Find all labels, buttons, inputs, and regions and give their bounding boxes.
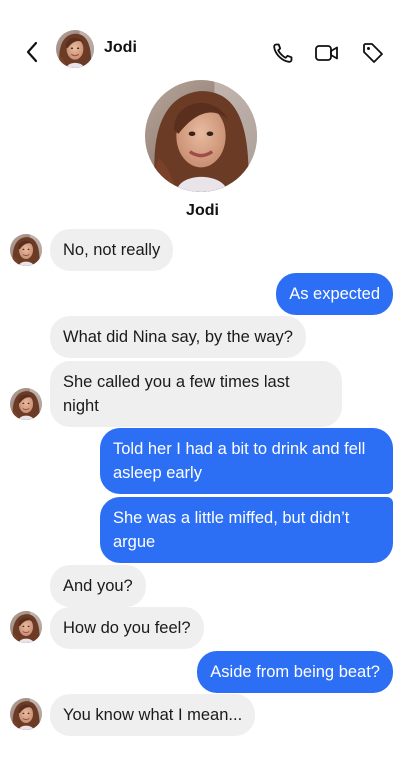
profile-name: Jodi xyxy=(186,202,219,219)
outgoing-message: Aside from being beat? xyxy=(197,651,393,693)
message-avatar xyxy=(10,698,42,730)
tag-button[interactable] xyxy=(360,40,386,66)
outgoing-message: Told her I had a bit to drink and fell a… xyxy=(100,428,393,494)
incoming-message: No, not really xyxy=(50,229,174,271)
outgoing-message: As expected xyxy=(276,273,393,315)
header-avatar[interactable] xyxy=(56,30,94,68)
avatar-image xyxy=(56,30,94,68)
message-avatar xyxy=(10,234,42,266)
tag-icon xyxy=(363,43,383,63)
message-avatar xyxy=(10,611,42,643)
chat-header: Jodi xyxy=(0,0,405,80)
incoming-message: She called you a few times last night xyxy=(50,361,342,427)
video-camera-icon xyxy=(315,45,338,61)
message-avatar xyxy=(10,388,42,420)
profile-photo[interactable] xyxy=(145,80,257,192)
back-button[interactable] xyxy=(20,40,44,64)
incoming-message: And you? xyxy=(50,565,146,607)
outgoing-message: She was a little miffed, but didn’t argu… xyxy=(100,497,393,563)
call-button[interactable] xyxy=(270,40,296,66)
profile-image xyxy=(145,80,257,192)
incoming-message: How do you feel? xyxy=(50,607,204,649)
chevron-left-icon xyxy=(26,41,38,63)
video-call-button[interactable] xyxy=(314,40,340,66)
chat-screen: Jodi Jodi No, not really As expected Wha… xyxy=(0,0,405,765)
phone-icon xyxy=(273,43,293,63)
contact-name[interactable]: Jodi xyxy=(104,39,137,57)
incoming-message: What did Nina say, by the way? xyxy=(50,316,306,358)
incoming-message: You know what I mean... xyxy=(50,694,256,736)
